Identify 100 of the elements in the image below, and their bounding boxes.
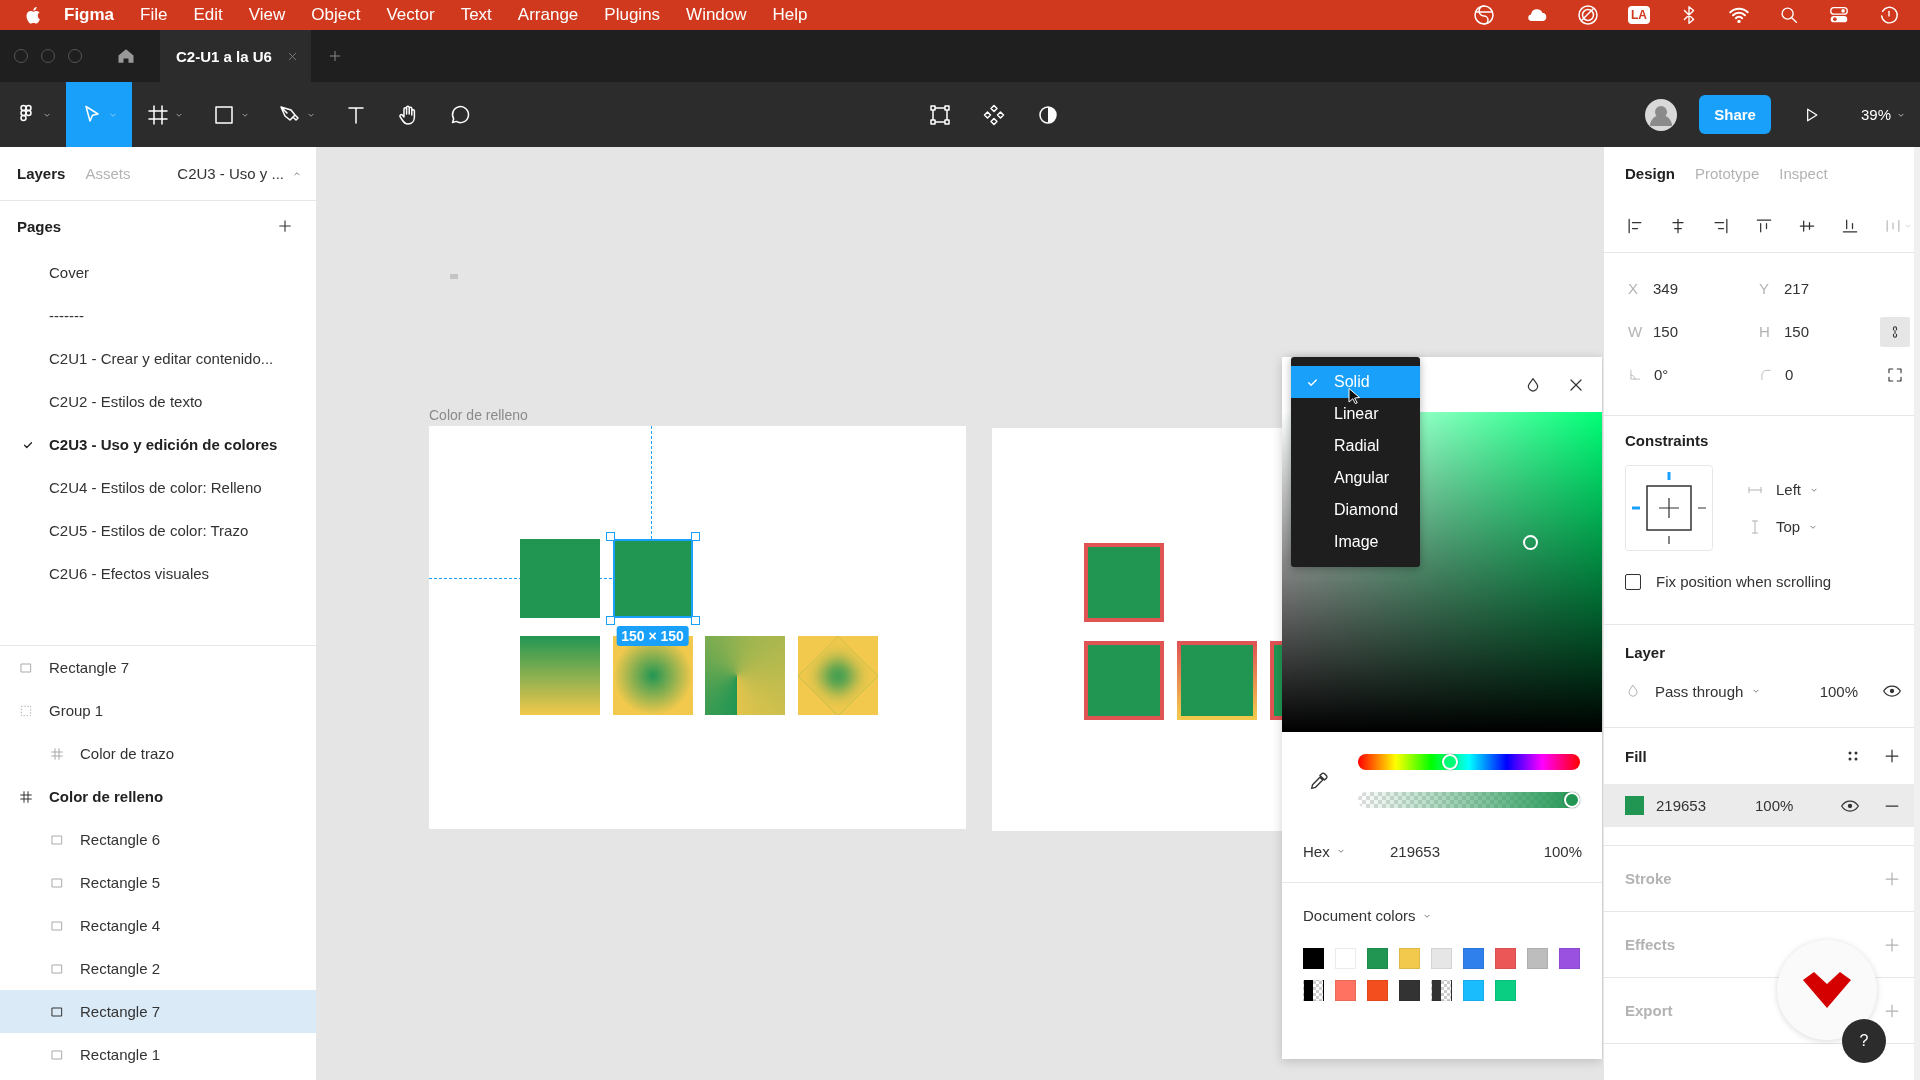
menu-item[interactable]: Radial xyxy=(1291,430,1420,462)
swirl-icon[interactable] xyxy=(1472,3,1496,27)
menu-item[interactable]: Plugins xyxy=(604,5,661,25)
page-switcher[interactable]: C2U3 - Uso y ... xyxy=(177,165,302,182)
color-swatch[interactable] xyxy=(1495,980,1516,1001)
menu-item[interactable]: Edit xyxy=(193,5,223,25)
edit-object-icon[interactable] xyxy=(928,102,952,127)
color-swatch[interactable] xyxy=(1303,948,1324,969)
number-field[interactable]: W 150 xyxy=(1628,310,1759,353)
page-item[interactable]: C2U2 - Estilos de texto xyxy=(0,380,316,423)
resize-handle[interactable] xyxy=(690,532,700,541)
file-tab[interactable]: C2-U1 a la U6 xyxy=(160,30,311,82)
opacity-field[interactable]: 100% xyxy=(1543,842,1582,860)
menu-item[interactable]: Angular xyxy=(1291,462,1420,494)
color-swatch[interactable] xyxy=(1625,796,1644,815)
constraint-diagram[interactable] xyxy=(1625,465,1713,551)
color-swatch[interactable] xyxy=(1431,980,1452,1001)
resize-handle[interactable] xyxy=(605,616,615,625)
color-swatch[interactable] xyxy=(1559,948,1580,969)
rectangle[interactable] xyxy=(1177,641,1257,720)
search-icon[interactable] xyxy=(1778,4,1800,26)
slider-thumb[interactable] xyxy=(1564,792,1580,808)
color-swatch[interactable] xyxy=(1367,980,1388,1001)
rings-icon[interactable] xyxy=(1576,3,1600,27)
menu-item[interactable]: Text xyxy=(460,5,492,25)
layer-item[interactable]: Rectangle 4 xyxy=(0,904,316,947)
fill-item[interactable]: 219653 100% xyxy=(1604,784,1914,827)
color-swatch[interactable] xyxy=(1367,948,1388,969)
color-swatch[interactable] xyxy=(1431,948,1452,969)
layer-item[interactable]: Rectangle 6 xyxy=(0,818,316,861)
page-item[interactable]: C2U3 - Uso y edición de colores xyxy=(0,423,316,466)
page-item[interactable]: C2U1 - Crear y editar contenido... xyxy=(0,337,316,380)
color-swatch[interactable] xyxy=(1399,980,1420,1001)
color-swatch[interactable] xyxy=(1495,948,1516,969)
number-field[interactable]: 0 xyxy=(1759,353,1879,396)
eyedropper-icon[interactable] xyxy=(1308,770,1330,792)
angle-icon xyxy=(1628,367,1642,382)
hue-slider[interactable] xyxy=(1358,754,1580,770)
number-field[interactable]: H 150 xyxy=(1759,310,1879,353)
number-field[interactable]: Y 217 xyxy=(1759,267,1879,310)
resize-handle[interactable] xyxy=(690,616,700,625)
resize-handle[interactable] xyxy=(605,532,615,541)
layer-item[interactable]: Color de trazo xyxy=(0,732,316,775)
layer-item[interactable]: Group 1 xyxy=(0,689,316,732)
page-item[interactable]: C2U5 - Estilos de color: Trazo xyxy=(0,509,316,552)
section-title: Layer xyxy=(1625,644,1667,661)
number-field[interactable]: 0° xyxy=(1628,353,1759,396)
checkbox[interactable] xyxy=(1625,573,1641,590)
blend-dropdown[interactable]: Pass through xyxy=(1655,682,1762,700)
avatar[interactable] xyxy=(1645,98,1678,131)
component-icon[interactable] xyxy=(982,102,1006,127)
input-source-badge[interactable]: LA xyxy=(1628,6,1650,24)
opacity-field[interactable]: 100% xyxy=(1755,797,1794,814)
number-field[interactable]: X 349 xyxy=(1628,267,1759,310)
format-dropdown[interactable]: Hex xyxy=(1303,842,1390,860)
help-button[interactable]: ? xyxy=(1842,1019,1886,1063)
menu-item[interactable]: Figma xyxy=(64,5,115,25)
page-item[interactable]: C2U4 - Estilos de color: Relleno xyxy=(0,466,316,509)
layer-item[interactable]: Rectangle 5 xyxy=(0,861,316,904)
hex-field[interactable]: 219653 xyxy=(1656,797,1755,814)
color-swatch[interactable] xyxy=(1463,948,1484,969)
menu-item[interactable]: Help xyxy=(772,5,808,25)
panel-tab[interactable]: Layers xyxy=(17,165,66,182)
menu-item[interactable]: Linear xyxy=(1291,398,1420,430)
menu-item[interactable]: Object xyxy=(311,5,361,25)
layer-item[interactable]: Rectangle 2 xyxy=(0,947,316,990)
zoom-menu[interactable]: 39% xyxy=(1860,106,1906,123)
color-swatch[interactable] xyxy=(1335,980,1356,1001)
hex-field[interactable]: 219653 xyxy=(1390,842,1441,860)
constraint-dropdown[interactable]: Top xyxy=(1776,518,1819,535)
opacity-slider[interactable] xyxy=(1358,792,1580,808)
menu-item[interactable]: Arrange xyxy=(517,5,579,25)
layer-item[interactable]: Color de relleno xyxy=(0,775,316,818)
slider-thumb[interactable] xyxy=(1442,754,1459,770)
library-dropdown[interactable]: Document colors xyxy=(1303,907,1582,924)
menu-item[interactable]: Window xyxy=(686,5,747,25)
layer-item[interactable]: Rectangle 1 xyxy=(0,1033,316,1076)
icon-button[interactable] xyxy=(1880,316,1910,347)
layer-item[interactable]: Rectangle 7 xyxy=(0,990,316,1033)
page-item[interactable]: ------- xyxy=(0,294,316,337)
opacity-field[interactable]: 100% xyxy=(1819,682,1858,700)
menu-item[interactable]: File xyxy=(140,5,168,25)
layer-item[interactable]: Rectangle 7 xyxy=(0,646,316,689)
plus-icon[interactable] xyxy=(276,217,294,235)
checkbox-label: Fix position when scrolling xyxy=(1656,573,1832,590)
color-swatch[interactable] xyxy=(1303,980,1324,1001)
page-item[interactable]: Cover xyxy=(0,251,316,294)
menu-item[interactable]: Vector xyxy=(386,5,435,25)
rectangle[interactable] xyxy=(520,636,600,715)
menu-item[interactable]: View xyxy=(248,5,286,25)
color-handle[interactable] xyxy=(1523,535,1538,550)
color-swatch[interactable] xyxy=(1527,948,1548,969)
rectangle[interactable] xyxy=(705,636,785,715)
panel-tab[interactable]: Design xyxy=(1625,165,1675,182)
color-swatch[interactable] xyxy=(1463,980,1484,1001)
page-item[interactable]: C2U6 - Efectos visuales xyxy=(0,552,316,595)
color-swatch[interactable] xyxy=(1399,948,1420,969)
constraint-dropdown[interactable]: Left xyxy=(1776,481,1820,498)
menu-item[interactable]: Diamond xyxy=(1291,494,1420,526)
menu-item[interactable]: Image xyxy=(1291,526,1420,558)
